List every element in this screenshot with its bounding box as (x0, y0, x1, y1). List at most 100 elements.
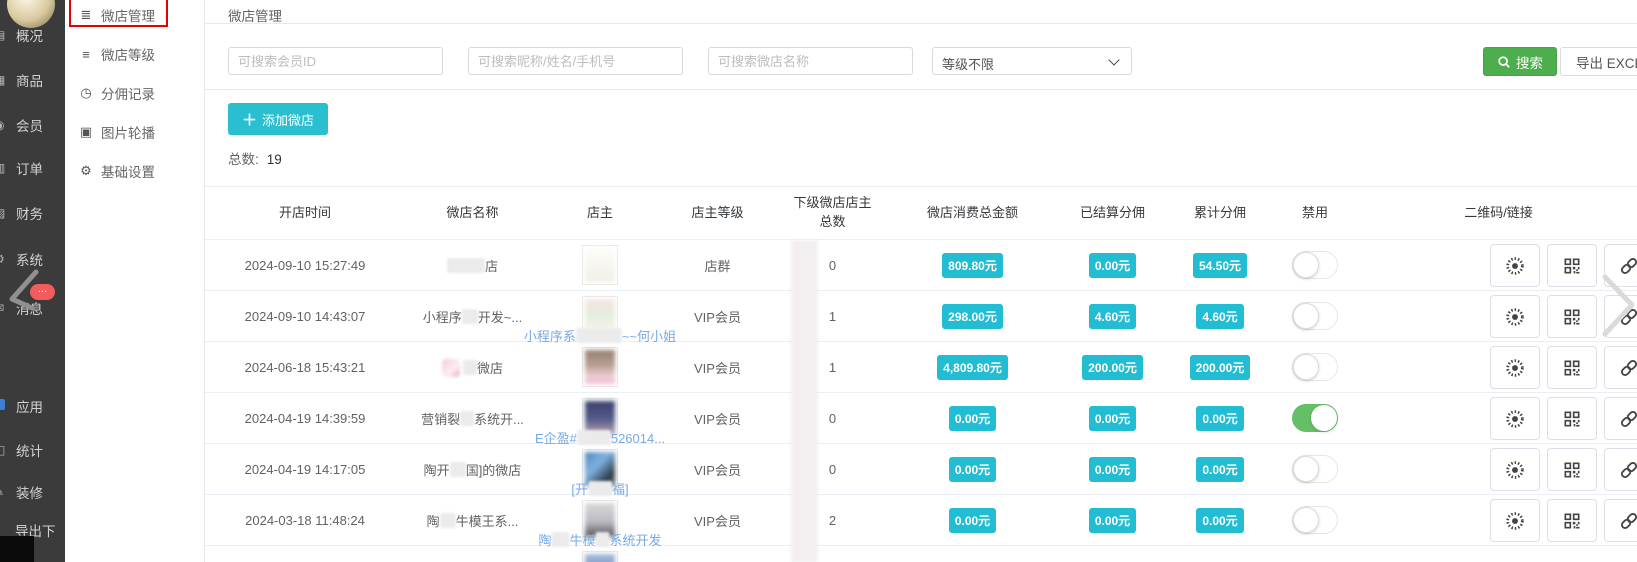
owner-link[interactable]: 陶牛模系统开发 (538, 530, 661, 549)
owner-level-cell: VIP会员 (660, 291, 775, 342)
open-time-cell: 2024-04-19 14:17:05 (205, 444, 405, 495)
sidebar-item-订单[interactable]: ▥订单 (0, 158, 65, 178)
decorate-icon: ✎ (0, 485, 13, 499)
sidebar-item-统计[interactable]: ◫统计 (0, 440, 65, 460)
history-icon: ◷ (78, 85, 94, 101)
open-time-cell: 2024-06-18 15:43:21 (205, 342, 405, 393)
chevron-down-icon (1108, 54, 1119, 65)
owner-level-cell: VIP会员 (660, 444, 775, 495)
actions-cell (1360, 546, 1637, 562)
owner-avatar[interactable] (582, 245, 618, 285)
amount-badge: 0.00元 (949, 406, 996, 431)
disable-cell (1270, 393, 1360, 444)
amount-badge: 0.00元 (1089, 406, 1136, 431)
disable-cell (1270, 291, 1360, 342)
link-button[interactable] (1604, 448, 1637, 491)
submenu-item-微店等级[interactable]: ≡微店等级 (65, 44, 205, 64)
actions-cell (1360, 444, 1637, 495)
sidebar-item-概况[interactable]: ▤概况 (0, 25, 65, 45)
store-submenu: ≣微店管理 ≡微店等级 ◷分佣记录 ▣图片轮播 ⚙基础设置 (65, 0, 205, 562)
link-button[interactable] (1604, 346, 1637, 389)
qrcode-button[interactable] (1547, 295, 1597, 338)
miniprogram-code-button[interactable] (1490, 295, 1540, 338)
amount-badge: 4.60元 (1089, 304, 1136, 329)
submenu-item-label: 微店管理 (101, 5, 155, 25)
miniprogram-code-button[interactable] (1490, 499, 1540, 542)
miniprogram-code-button[interactable] (1490, 244, 1540, 287)
amount-badge: 0.00元 (1089, 457, 1136, 482)
total-count: 总数:19 (228, 148, 282, 168)
sidebar-item-商品[interactable]: ▦商品 (0, 70, 65, 90)
disable-toggle[interactable] (1292, 251, 1338, 279)
link-button[interactable] (1604, 499, 1637, 542)
link-button[interactable] (1604, 397, 1637, 440)
user-avatar[interactable] (7, 0, 55, 28)
sidebar-item-装修[interactable]: ✎装修 (0, 482, 65, 502)
qrcode-icon (1562, 411, 1582, 426)
owner-link[interactable]: E企盈#526014... (535, 428, 665, 447)
add-store-button[interactable]: ＋ 添加微店 (228, 103, 328, 135)
disable-toggle[interactable] (1292, 506, 1338, 534)
store-name-redacted (463, 360, 477, 375)
sidebar-item-财务[interactable]: ▨财务 (0, 203, 65, 223)
owner-cell: 小程序系~~何小姐 (540, 291, 660, 342)
owner-link-redacted (576, 328, 622, 343)
owner-link-redacted (551, 532, 569, 547)
level-select[interactable]: 等级不限 (932, 47, 1132, 75)
submenu-item-分佣记录[interactable]: ◷分佣记录 (65, 83, 205, 103)
column-header: 微店消费总金额 (890, 187, 1055, 240)
consume-total-cell: 0.00元 (890, 444, 1055, 495)
sub-store-count-cell: 2 (775, 495, 890, 546)
store-name-cell (405, 546, 540, 562)
qrcode-button[interactable] (1547, 346, 1597, 389)
link-button[interactable] (1604, 244, 1637, 287)
link-button[interactable] (1604, 295, 1637, 338)
sidebar-item-会员[interactable]: ◉会员 (0, 115, 65, 135)
store-name-text: 店 (485, 259, 498, 274)
actions-cell (1360, 291, 1637, 342)
export-excel-button[interactable]: 导出 EXCEL (1560, 47, 1637, 76)
total-commission-cell: 54.50元 (1170, 240, 1270, 291)
miniprogram-code-button[interactable] (1490, 346, 1540, 389)
submenu-item-基础设置[interactable]: ⚙基础设置 (65, 161, 205, 181)
disable-toggle[interactable] (1292, 404, 1338, 432)
qrcode-button[interactable] (1547, 244, 1597, 287)
sidebar-item-系统[interactable]: ⚙系统 (0, 249, 65, 269)
submenu-item-label: 图片轮播 (101, 122, 155, 142)
screen-corner-artifact (0, 536, 34, 562)
sub-store-count-cell: 1 (775, 291, 890, 342)
miniprogram-code-button[interactable] (1490, 397, 1540, 440)
owner-avatar[interactable] (582, 347, 618, 387)
miniprogram-code-button[interactable] (1490, 448, 1540, 491)
qrcode-button[interactable] (1547, 397, 1597, 440)
store-name-input[interactable] (708, 47, 913, 75)
toggle-knob (1293, 456, 1319, 482)
nickname-input[interactable] (468, 47, 683, 75)
owner-link[interactable]: 小程序系~~何小姐 (524, 326, 676, 345)
toggle-knob (1293, 507, 1319, 533)
disable-toggle[interactable] (1292, 302, 1338, 330)
disable-toggle[interactable] (1292, 455, 1338, 483)
owner-avatar[interactable] (582, 551, 618, 562)
total-commission-cell: 4.60元 (1170, 291, 1270, 342)
disable-cell (1270, 444, 1360, 495)
owner-link[interactable]: [开福] (571, 479, 628, 498)
store-name-redacted (450, 462, 466, 477)
qrcode-button[interactable] (1547, 499, 1597, 542)
consume-total-cell: 0.00元 (890, 495, 1055, 546)
sidebar-item-应用[interactable]: 应用 (0, 396, 65, 416)
submenu-item-图片轮播[interactable]: ▣图片轮播 (65, 122, 205, 142)
table-row: 2024-04-19 14:17:05陶开国]的微店[开福]VIP会员00.00… (205, 444, 1637, 495)
store-name-redacted (440, 513, 456, 528)
member-id-input[interactable] (228, 47, 443, 75)
store-name-cell: 小程序开发~... (405, 291, 540, 342)
consume-total-cell: 298.00元 (890, 291, 1055, 342)
divider (205, 23, 1637, 24)
column-header: 二维码/链接 (1360, 187, 1637, 240)
disable-toggle[interactable] (1292, 353, 1338, 381)
submenu-item-微店管理[interactable]: ≣微店管理 (65, 5, 205, 25)
owner-cell: E企盈#526014... (540, 393, 660, 444)
qrcode-button[interactable] (1547, 448, 1597, 491)
table-row: 2024-06-18 15:43:21微店VIP会员14,809.80元200.… (205, 342, 1637, 393)
search-button[interactable]: 搜索 (1483, 47, 1557, 76)
